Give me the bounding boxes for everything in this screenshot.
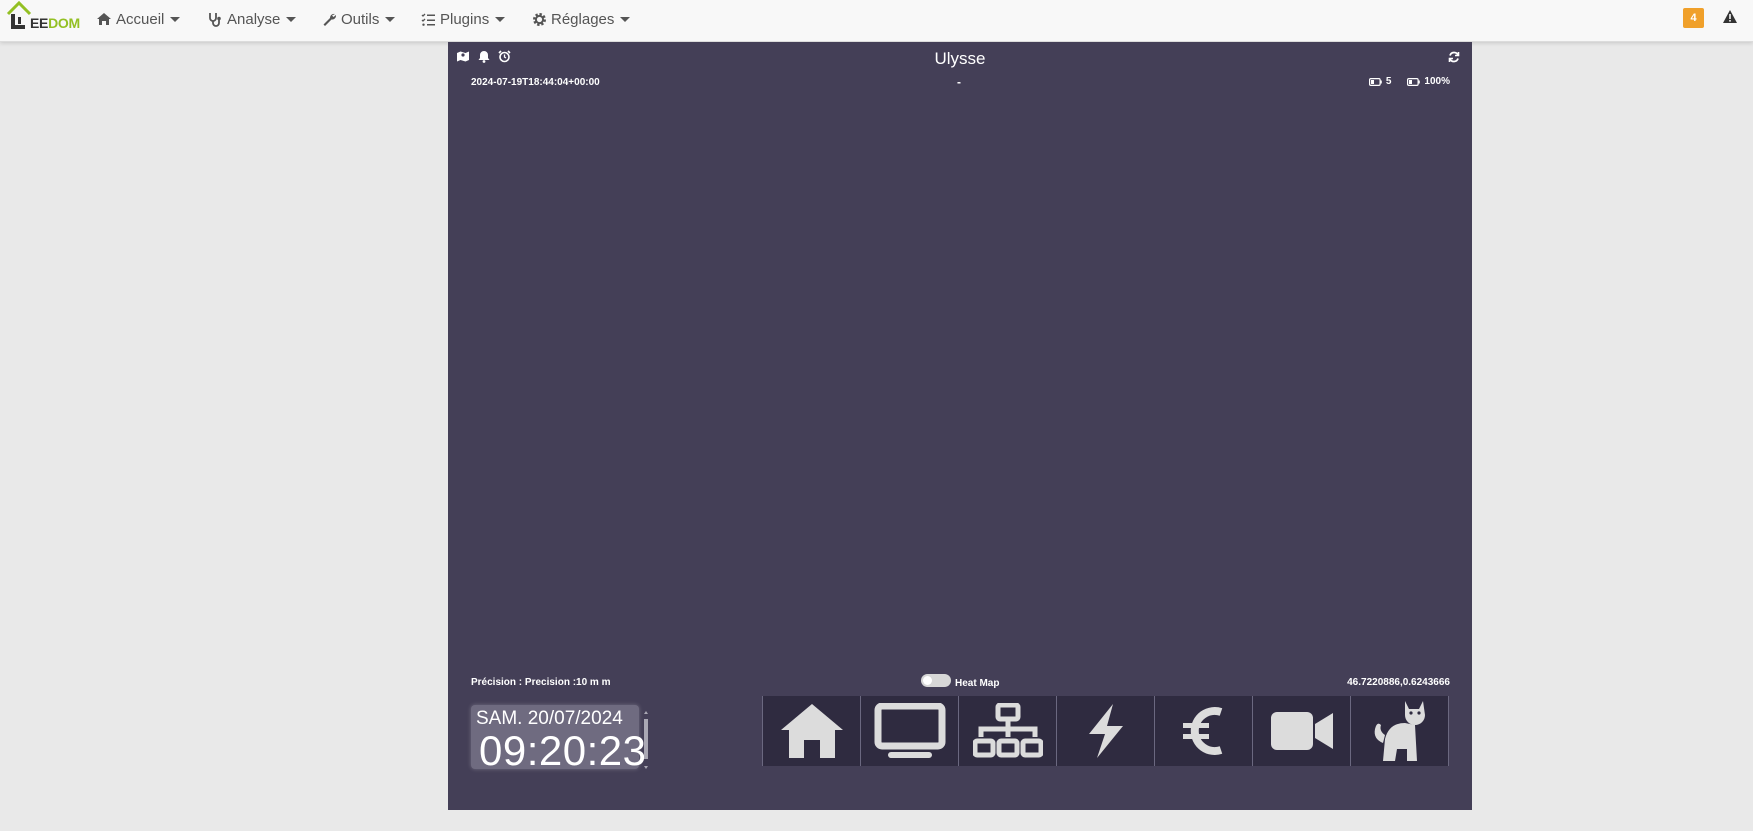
menu-label: Accueil [116, 10, 165, 28]
euro-icon [1182, 707, 1222, 755]
menu-outils[interactable]: Outils [322, 9, 396, 29]
caret-down-icon [385, 16, 396, 22]
tile-euro[interactable] [1154, 696, 1253, 766]
tile-network[interactable] [958, 696, 1057, 766]
video-camera-icon [1270, 712, 1333, 750]
clock-time: 09:20:23 [479, 727, 647, 774]
status-text: - [957, 75, 961, 89]
refresh-icon[interactable] [1448, 51, 1460, 63]
tasks-icon [421, 13, 435, 26]
wrench-icon [323, 13, 337, 26]
notification-badge[interactable]: 4 [1683, 8, 1704, 28]
battery-value-2: 100% [1424, 76, 1450, 87]
ulysse-widget: Ulysse 2024-07-19T18:44:04+00:00 - 5 100… [448, 42, 1472, 810]
caret-down-icon [495, 16, 506, 22]
coordinates: 46.7220886,0.6243666 [1347, 677, 1450, 688]
battery-icon [1407, 77, 1421, 86]
tile-pet[interactable] [1350, 696, 1449, 766]
heatmap-toggle[interactable] [921, 674, 951, 687]
top-navbar: EEDOM Accueil Analyse Outils Plugins Rég… [0, 0, 1753, 42]
clock-scrollbar[interactable] [644, 711, 648, 769]
stethoscope-icon [209, 12, 221, 27]
scroll-up-arrow[interactable] [644, 711, 648, 714]
tile-home[interactable] [762, 696, 861, 766]
home-icon [780, 704, 843, 758]
gear-icon [533, 12, 546, 26]
clock-widget: SAM. 20/07/2024 09:20:23 [471, 705, 646, 774]
menu-label: Analyse [227, 10, 281, 28]
caret-down-icon [286, 16, 297, 22]
cat-icon [1374, 701, 1425, 761]
widget-title: Ulysse [934, 49, 986, 68]
precision-text: Précision : Precision :10 m m [471, 677, 611, 688]
tile-camera[interactable] [1252, 696, 1351, 766]
battery-value-1: 5 [1385, 76, 1392, 87]
caret-down-icon [170, 16, 181, 22]
battery-info: 5 100% [1368, 76, 1450, 87]
scroll-down-arrow[interactable] [644, 766, 648, 769]
tile-monitor[interactable] [860, 696, 959, 766]
menu-label: Réglages [551, 10, 615, 28]
tile-energy[interactable] [1056, 696, 1155, 766]
scroll-thumb[interactable] [644, 719, 648, 759]
menu-analyse[interactable]: Analyse [207, 9, 297, 29]
last-update-timestamp: 2024-07-19T18:44:04+00:00 [471, 77, 600, 88]
network-icon [972, 703, 1043, 758]
monitor-icon [874, 703, 945, 758]
menu-accueil[interactable]: Accueil [96, 9, 181, 29]
shortcut-tiles [762, 696, 1449, 766]
warning-icon[interactable] [1722, 9, 1738, 24]
logo-text: EEDOM [30, 15, 80, 31]
heatmap-label: Heat Map [955, 678, 1000, 689]
caret-down-icon [620, 16, 631, 22]
jeedom-logo[interactable]: EEDOM [4, 0, 80, 36]
menu-reglages[interactable]: Réglages [532, 9, 631, 29]
battery-icon [1368, 77, 1382, 86]
menu-plugins[interactable]: Plugins [421, 9, 506, 29]
menu-label: Plugins [440, 10, 490, 28]
menu-label: Outils [341, 10, 380, 28]
home-icon [97, 13, 111, 25]
lightning-icon [1088, 704, 1123, 758]
